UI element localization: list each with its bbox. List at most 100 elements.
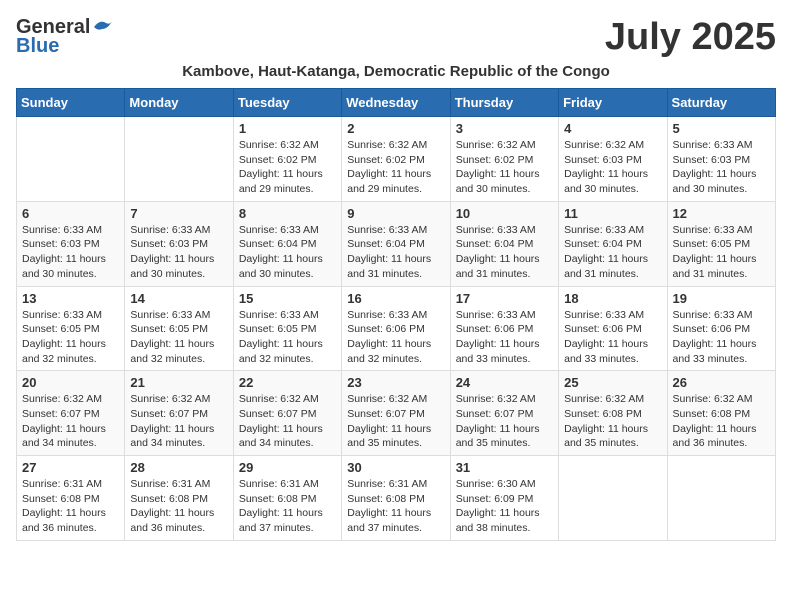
calendar-cell: 13 Sunrise: 6:33 AMSunset: 6:05 PMDayligh… <box>17 286 125 371</box>
day-number: 13 <box>22 291 119 306</box>
day-info: Sunrise: 6:33 AMSunset: 6:06 PMDaylight:… <box>347 308 444 367</box>
calendar-cell: 1 Sunrise: 6:32 AMSunset: 6:02 PMDaylight… <box>233 117 341 202</box>
day-info: Sunrise: 6:32 AMSunset: 6:07 PMDaylight:… <box>22 392 119 451</box>
calendar-cell <box>17 117 125 202</box>
location-title: Kambove, Haut-Katanga, Democratic Republ… <box>16 63 776 80</box>
day-number: 5 <box>673 121 770 136</box>
calendar-cell: 7 Sunrise: 6:33 AMSunset: 6:03 PMDaylight… <box>125 201 233 286</box>
calendar-header-row: SundayMondayTuesdayWednesdayThursdayFrid… <box>17 89 776 117</box>
day-number: 21 <box>130 375 227 390</box>
day-number: 30 <box>347 460 444 475</box>
day-info: Sunrise: 6:32 AMSunset: 6:03 PMDaylight:… <box>564 138 661 197</box>
day-info: Sunrise: 6:31 AMSunset: 6:08 PMDaylight:… <box>347 477 444 536</box>
calendar-cell: 26Sunrise: 6:32 AMSunset: 6:08 PMDayligh… <box>667 371 775 456</box>
weekday-header: Wednesday <box>342 89 450 117</box>
calendar-cell: 16 Sunrise: 6:33 AMSunset: 6:06 PMDayligh… <box>342 286 450 371</box>
calendar-week-row: 1 Sunrise: 6:32 AMSunset: 6:02 PMDaylight… <box>17 117 776 202</box>
weekday-header: Tuesday <box>233 89 341 117</box>
calendar-cell: 22 Sunrise: 6:32 AMSunset: 6:07 PMDayligh… <box>233 371 341 456</box>
month-title: July 2025 <box>605 16 776 59</box>
day-number: 18 <box>564 291 661 306</box>
day-number: 17 <box>456 291 553 306</box>
calendar-cell: 15 Sunrise: 6:33 AMSunset: 6:05 PMDayligh… <box>233 286 341 371</box>
day-number: 27 <box>22 460 119 475</box>
calendar-cell: 14 Sunrise: 6:33 AMSunset: 6:05 PMDayligh… <box>125 286 233 371</box>
day-info: Sunrise: 6:32 AMSunset: 6:08 PMDaylight:… <box>564 392 661 451</box>
logo-bird-icon <box>92 17 114 35</box>
calendar-cell: 4 Sunrise: 6:32 AMSunset: 6:03 PMDaylight… <box>559 117 667 202</box>
calendar-cell: 20 Sunrise: 6:32 AMSunset: 6:07 PMDayligh… <box>17 371 125 456</box>
day-number: 10 <box>456 206 553 221</box>
day-number: 1 <box>239 121 336 136</box>
weekday-header: Saturday <box>667 89 775 117</box>
day-info: Sunrise: 6:33 AMSunset: 6:05 PMDaylight:… <box>130 308 227 367</box>
day-number: 19 <box>673 291 770 306</box>
day-number: 26 <box>673 375 770 390</box>
day-info: Sunrise: 6:33 AMSunset: 6:03 PMDaylight:… <box>673 138 770 197</box>
day-info: Sunrise: 6:31 AMSunset: 6:08 PMDaylight:… <box>22 477 119 536</box>
calendar-cell: 10 Sunrise: 6:33 AMSunset: 6:04 PMDayligh… <box>450 201 558 286</box>
weekday-header: Friday <box>559 89 667 117</box>
day-info: Sunrise: 6:30 AMSunset: 6:09 PMDaylight:… <box>456 477 553 536</box>
day-info: Sunrise: 6:33 AMSunset: 6:06 PMDaylight:… <box>673 308 770 367</box>
calendar-cell: 12Sunrise: 6:33 AMSunset: 6:05 PMDayligh… <box>667 201 775 286</box>
logo-blue-text: Blue <box>16 35 59 58</box>
day-info: Sunrise: 6:32 AMSunset: 6:07 PMDaylight:… <box>347 392 444 451</box>
day-info: Sunrise: 6:33 AMSunset: 6:03 PMDaylight:… <box>22 223 119 282</box>
calendar-cell <box>125 117 233 202</box>
day-info: Sunrise: 6:33 AMSunset: 6:06 PMDaylight:… <box>564 308 661 367</box>
calendar-week-row: 13 Sunrise: 6:33 AMSunset: 6:05 PMDayligh… <box>17 286 776 371</box>
calendar-cell: 5 Sunrise: 6:33 AMSunset: 6:03 PMDaylight… <box>667 117 775 202</box>
calendar-cell: 8Sunrise: 6:33 AMSunset: 6:04 PMDaylight… <box>233 201 341 286</box>
day-number: 11 <box>564 206 661 221</box>
day-info: Sunrise: 6:31 AMSunset: 6:08 PMDaylight:… <box>239 477 336 536</box>
calendar-cell: 24 Sunrise: 6:32 AMSunset: 6:07 PMDayligh… <box>450 371 558 456</box>
calendar-cell: 11Sunrise: 6:33 AMSunset: 6:04 PMDayligh… <box>559 201 667 286</box>
calendar-week-row: 20 Sunrise: 6:32 AMSunset: 6:07 PMDayligh… <box>17 371 776 456</box>
day-info: Sunrise: 6:32 AMSunset: 6:07 PMDaylight:… <box>130 392 227 451</box>
day-number: 4 <box>564 121 661 136</box>
day-number: 25 <box>564 375 661 390</box>
calendar-cell: 31 Sunrise: 6:30 AMSunset: 6:09 PMDayligh… <box>450 456 558 541</box>
calendar-cell: 17 Sunrise: 6:33 AMSunset: 6:06 PMDayligh… <box>450 286 558 371</box>
day-number: 28 <box>130 460 227 475</box>
weekday-header: Monday <box>125 89 233 117</box>
day-info: Sunrise: 6:32 AMSunset: 6:02 PMDaylight:… <box>239 138 336 197</box>
calendar-cell: 27 Sunrise: 6:31 AMSunset: 6:08 PMDayligh… <box>17 456 125 541</box>
logo: General Blue <box>16 16 114 58</box>
day-number: 31 <box>456 460 553 475</box>
calendar-cell: 19 Sunrise: 6:33 AMSunset: 6:06 PMDayligh… <box>667 286 775 371</box>
day-info: Sunrise: 6:32 AMSunset: 6:07 PMDaylight:… <box>456 392 553 451</box>
day-info: Sunrise: 6:31 AMSunset: 6:08 PMDaylight:… <box>130 477 227 536</box>
day-number: 9 <box>347 206 444 221</box>
weekday-header: Thursday <box>450 89 558 117</box>
calendar-cell: 2Sunrise: 6:32 AMSunset: 6:02 PMDaylight… <box>342 117 450 202</box>
calendar-week-row: 6Sunrise: 6:33 AMSunset: 6:03 PMDaylight… <box>17 201 776 286</box>
calendar-cell <box>667 456 775 541</box>
day-info: Sunrise: 6:32 AMSunset: 6:07 PMDaylight:… <box>239 392 336 451</box>
day-number: 14 <box>130 291 227 306</box>
day-info: Sunrise: 6:33 AMSunset: 6:05 PMDaylight:… <box>22 308 119 367</box>
day-info: Sunrise: 6:33 AMSunset: 6:05 PMDaylight:… <box>239 308 336 367</box>
calendar-cell: 6Sunrise: 6:33 AMSunset: 6:03 PMDaylight… <box>17 201 125 286</box>
day-info: Sunrise: 6:33 AMSunset: 6:03 PMDaylight:… <box>130 223 227 282</box>
day-number: 7 <box>130 206 227 221</box>
day-info: Sunrise: 6:33 AMSunset: 6:06 PMDaylight:… <box>456 308 553 367</box>
calendar-table: SundayMondayTuesdayWednesdayThursdayFrid… <box>16 88 776 541</box>
calendar-cell: 25 Sunrise: 6:32 AMSunset: 6:08 PMDayligh… <box>559 371 667 456</box>
day-number: 24 <box>456 375 553 390</box>
calendar-cell <box>559 456 667 541</box>
day-number: 22 <box>239 375 336 390</box>
day-number: 2 <box>347 121 444 136</box>
day-number: 15 <box>239 291 336 306</box>
day-number: 3 <box>456 121 553 136</box>
day-info: Sunrise: 6:32 AMSunset: 6:02 PMDaylight:… <box>456 138 553 197</box>
calendar-week-row: 27 Sunrise: 6:31 AMSunset: 6:08 PMDayligh… <box>17 456 776 541</box>
day-info: Sunrise: 6:33 AMSunset: 6:04 PMDaylight:… <box>456 223 553 282</box>
day-number: 20 <box>22 375 119 390</box>
calendar-cell: 30 Sunrise: 6:31 AMSunset: 6:08 PMDayligh… <box>342 456 450 541</box>
day-number: 12 <box>673 206 770 221</box>
day-info: Sunrise: 6:33 AMSunset: 6:04 PMDaylight:… <box>239 223 336 282</box>
day-number: 16 <box>347 291 444 306</box>
calendar-cell: 29Sunrise: 6:31 AMSunset: 6:08 PMDayligh… <box>233 456 341 541</box>
